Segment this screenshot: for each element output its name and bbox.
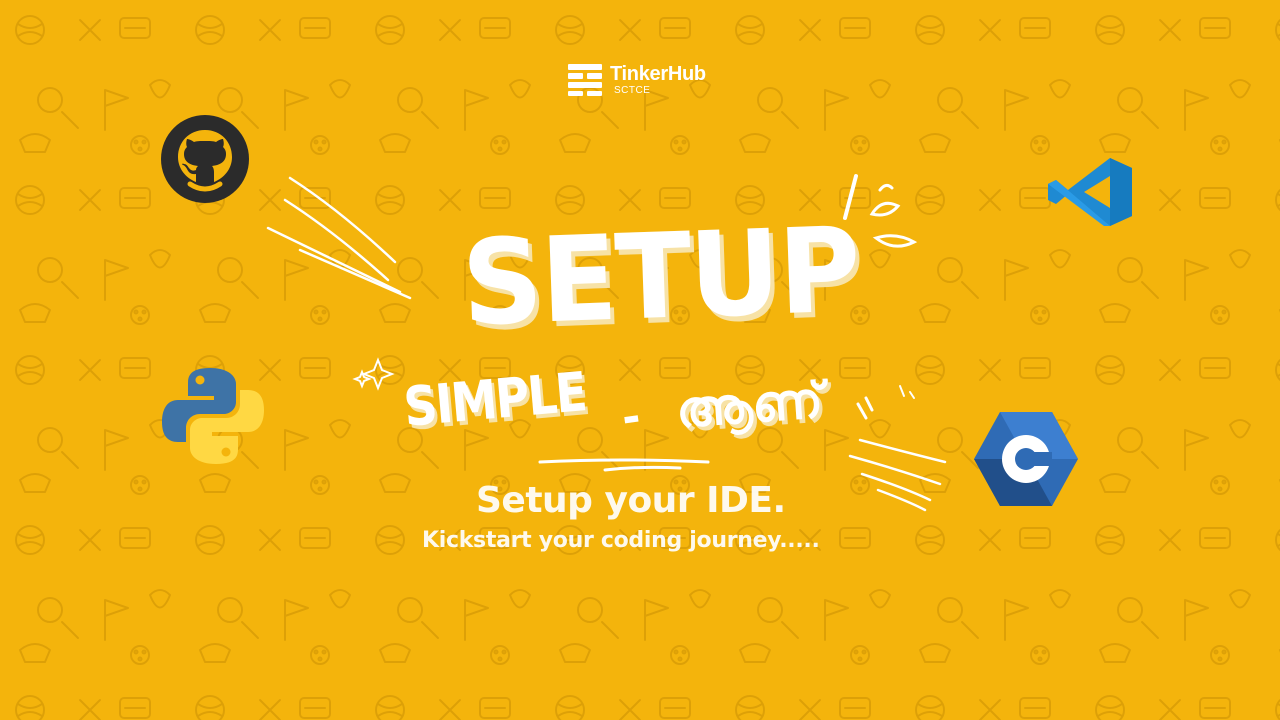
brand-subtitle: SCTCE [614,85,651,96]
python-icon [162,368,264,464]
tinkerhub-logo: TinkerHub SCTCE [568,64,706,96]
brand-name: TinkerHub [610,63,706,85]
headline-setup: SETUP [459,202,861,353]
subtext: Kickstart your coding journey..... [422,528,820,553]
tagline-malayalam: ആണ് [674,370,825,440]
tinkerhub-logo-icon [568,64,602,96]
github-icon [161,115,249,203]
decorative-strokes [266,174,947,512]
codeblocks-icon [974,412,1078,506]
subheading: Setup your IDE. [476,480,786,521]
vscode-icon [1048,158,1132,226]
